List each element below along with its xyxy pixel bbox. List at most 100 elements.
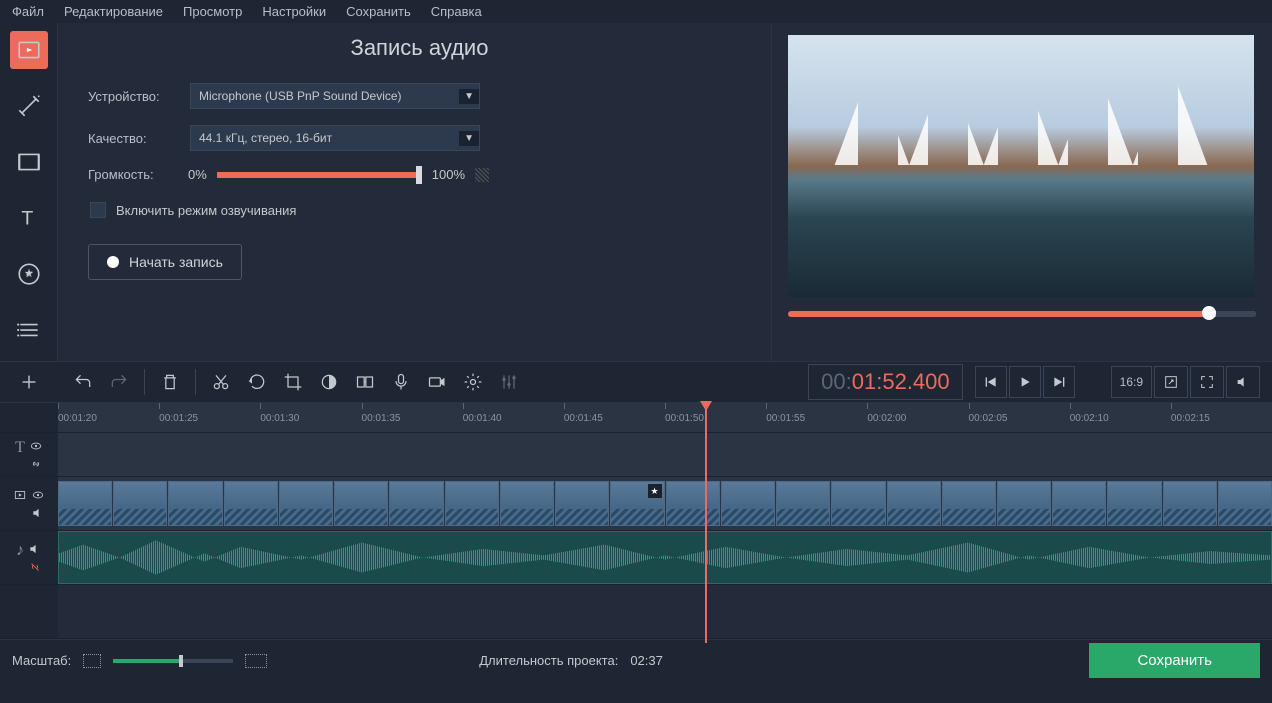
ruler-tick: 00:01:35 <box>362 403 463 432</box>
fullscreen-button[interactable] <box>1190 366 1224 398</box>
audio-record-panel: Запись аудио Устройство: Microphone (USB… <box>58 23 772 361</box>
menu-help[interactable]: Справка <box>431 4 482 19</box>
eye-icon[interactable] <box>29 439 43 453</box>
video-clip[interactable] <box>1052 481 1106 526</box>
video-clip[interactable] <box>831 481 885 526</box>
menu-view[interactable]: Просмотр <box>183 4 242 19</box>
ruler-tick: 00:01:20 <box>58 403 159 432</box>
video-clip[interactable] <box>1218 481 1272 526</box>
timeline-toolbar: 00:01:52.400 16:9 <box>0 361 1272 403</box>
video-track-header[interactable] <box>0 477 58 530</box>
audio-waveform[interactable] <box>58 531 1272 584</box>
video-clip[interactable] <box>168 481 222 526</box>
device-select[interactable]: Microphone (USB PnP Sound Device)▼ <box>190 83 480 109</box>
titles-tool[interactable]: T <box>10 199 48 237</box>
transitions-tool[interactable] <box>10 143 48 181</box>
volume-button[interactable] <box>1226 366 1260 398</box>
volume-max: 100% <box>432 167 465 182</box>
audio-track-header[interactable]: ♪ <box>0 531 58 584</box>
video-clip[interactable] <box>942 481 996 526</box>
mic-button[interactable] <box>386 367 416 397</box>
add-icon[interactable] <box>18 371 40 393</box>
text-track-header[interactable]: T <box>0 433 58 476</box>
video-clip[interactable] <box>500 481 554 526</box>
transition-button[interactable] <box>350 367 380 397</box>
ruler-tick: 00:01:55 <box>766 403 867 432</box>
video-track-icon <box>13 488 27 502</box>
import-tool[interactable] <box>10 31 48 69</box>
video-track[interactable]: ★ <box>58 477 1272 530</box>
zoom-out-icon[interactable] <box>83 654 101 668</box>
video-clip[interactable] <box>445 481 499 526</box>
cut-button[interactable] <box>206 367 236 397</box>
video-clip[interactable] <box>113 481 167 526</box>
crop-button[interactable] <box>278 367 308 397</box>
volume-meter-icon <box>475 168 489 182</box>
video-clip[interactable] <box>776 481 830 526</box>
next-frame-button[interactable] <box>1043 366 1075 398</box>
video-clip[interactable]: ★ <box>610 481 664 526</box>
preview-scrubber[interactable] <box>788 311 1256 317</box>
video-clip[interactable] <box>389 481 443 526</box>
ruler-tick: 00:02:00 <box>867 403 968 432</box>
video-clip[interactable] <box>279 481 333 526</box>
rotate-button[interactable] <box>242 367 272 397</box>
redo-button[interactable] <box>104 367 134 397</box>
unlink-icon[interactable] <box>28 560 42 574</box>
dub-checkbox[interactable] <box>90 202 106 218</box>
video-clip[interactable] <box>997 481 1051 526</box>
volume-slider[interactable] <box>217 172 422 178</box>
timeline: 00:01:2000:01:2500:01:3000:01:3500:01:40… <box>0 403 1272 639</box>
clip-props-button[interactable] <box>458 367 488 397</box>
ruler-tick: 00:02:10 <box>1070 403 1171 432</box>
ruler-tick: 00:01:30 <box>260 403 361 432</box>
ruler-tick: 00:02:05 <box>969 403 1070 432</box>
timecode: 00:01:52.400 <box>808 364 962 400</box>
aspect-ratio-button[interactable]: 16:9 <box>1111 366 1152 398</box>
undo-button[interactable] <box>68 367 98 397</box>
more-tool[interactable] <box>10 311 48 349</box>
video-clip[interactable] <box>1107 481 1161 526</box>
ruler-tick: 00:01:50 <box>665 403 766 432</box>
video-clip[interactable] <box>555 481 609 526</box>
text-track[interactable] <box>58 433 1272 476</box>
menu-settings[interactable]: Настройки <box>262 4 326 19</box>
filters-tool[interactable] <box>10 87 48 125</box>
preview-panel: ? <box>772 23 1272 361</box>
chevron-down-icon: ▼ <box>459 89 479 104</box>
time-ruler[interactable]: 00:01:2000:01:2500:01:3000:01:3500:01:40… <box>58 403 1272 432</box>
video-clip[interactable] <box>887 481 941 526</box>
menu-edit[interactable]: Редактирование <box>64 4 163 19</box>
video-clip[interactable] <box>58 481 112 526</box>
zoom-slider[interactable] <box>113 659 233 663</box>
quality-label: Качество: <box>88 131 178 146</box>
link-icon[interactable] <box>29 457 43 471</box>
panel-title: Запись аудио <box>88 35 751 61</box>
video-clip[interactable] <box>334 481 388 526</box>
play-button[interactable] <box>1009 366 1041 398</box>
speaker-icon[interactable] <box>28 542 42 556</box>
empty-track[interactable] <box>58 585 1272 638</box>
menu-file[interactable]: Файл <box>12 4 44 19</box>
video-clip[interactable] <box>1163 481 1217 526</box>
quality-select[interactable]: 44.1 кГц, стерео, 16-бит▼ <box>190 125 480 151</box>
prev-frame-button[interactable] <box>975 366 1007 398</box>
zoom-in-icon[interactable] <box>245 654 267 668</box>
audio-track[interactable] <box>58 531 1272 584</box>
menu-save[interactable]: Сохранить <box>346 4 411 19</box>
eye-icon[interactable] <box>31 488 45 502</box>
video-clip[interactable] <box>224 481 278 526</box>
delete-button[interactable] <box>155 367 185 397</box>
audio-props-button[interactable] <box>494 367 524 397</box>
color-button[interactable] <box>314 367 344 397</box>
video-clip[interactable] <box>721 481 775 526</box>
playhead[interactable] <box>705 403 707 643</box>
preview-video[interactable] <box>788 35 1254 297</box>
camera-button[interactable] <box>422 367 452 397</box>
video-clip[interactable] <box>666 481 720 526</box>
stickers-tool[interactable] <box>10 255 48 293</box>
save-button[interactable]: Сохранить <box>1089 643 1260 678</box>
detach-button[interactable] <box>1154 366 1188 398</box>
record-button[interactable]: Начать запись <box>88 244 242 280</box>
speaker-icon[interactable] <box>31 506 45 520</box>
